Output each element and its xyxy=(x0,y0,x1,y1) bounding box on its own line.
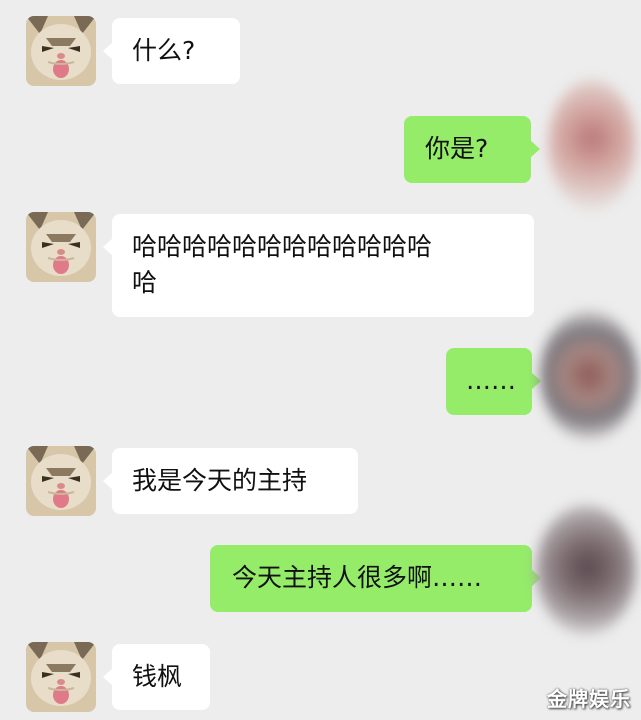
message-text: …… xyxy=(466,366,516,395)
cat-avatar-icon[interactable] xyxy=(26,446,96,516)
message-bubble[interactable]: 钱枫 xyxy=(103,644,210,710)
message-bubble[interactable]: 什么? xyxy=(103,18,240,84)
message-text: 哈 xyxy=(132,268,158,297)
message-bubble[interactable]: 我是今天的主持 xyxy=(103,448,358,514)
watermark: 金牌娱乐 xyxy=(547,687,631,711)
message-bubble[interactable]: 你是? xyxy=(404,116,540,183)
blurred-avatar[interactable] xyxy=(540,310,638,440)
message-text: 今天主持人很多啊…… xyxy=(232,563,483,592)
message-text: 哈哈哈哈哈哈哈哈哈哈哈哈 xyxy=(132,232,433,261)
message-text: 你是? xyxy=(425,134,489,163)
cat-avatar-icon[interactable] xyxy=(26,642,96,712)
blurred-avatar[interactable] xyxy=(548,80,636,210)
message-bubble[interactable]: 今天主持人很多啊…… xyxy=(210,545,541,612)
blurred-avatar[interactable] xyxy=(536,505,636,635)
message-text: 钱枫 xyxy=(132,662,183,691)
chat-window: 什么? 你是? 哈哈哈哈哈哈哈哈哈哈哈哈 哈 …… 我是今天的主持 今天主持人很… xyxy=(0,0,641,720)
cat-avatar-icon[interactable] xyxy=(26,212,96,282)
message-bubble[interactable]: …… xyxy=(446,348,541,415)
message-text: 我是今天的主持 xyxy=(132,466,308,495)
cat-avatar-icon[interactable] xyxy=(26,16,96,86)
message-bubble[interactable]: 哈哈哈哈哈哈哈哈哈哈哈哈 哈 xyxy=(103,214,534,317)
message-text: 什么? xyxy=(132,36,196,65)
